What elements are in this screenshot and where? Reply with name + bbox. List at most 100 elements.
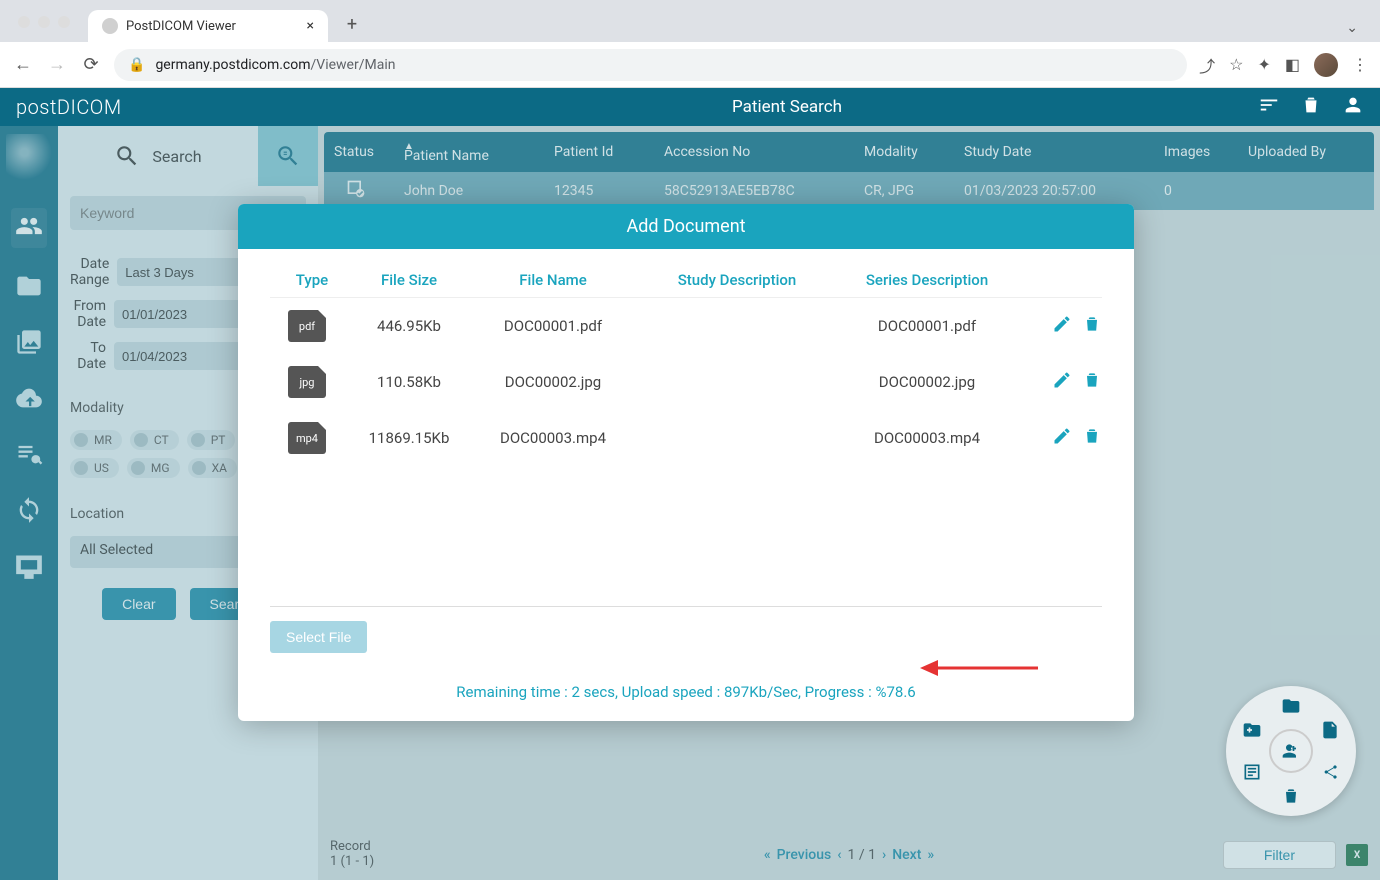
dth-size: File Size (354, 271, 464, 289)
addr-actions: ⤴ ☆ ✦ ◧ ⋮ (1199, 53, 1368, 77)
prev-page-icon[interactable]: ‹ (837, 847, 841, 863)
app-logo: postDICOM (16, 95, 122, 119)
bookmark-icon[interactable]: ☆ (1229, 55, 1243, 74)
search-tab[interactable]: Search (58, 126, 258, 186)
address-bar[interactable]: 🔒 germany.postdicom.com/Viewer/Main (114, 49, 1187, 81)
next-button[interactable]: Next (892, 847, 921, 863)
previous-button[interactable]: Previous (777, 847, 832, 863)
modality-pill[interactable]: XA (188, 458, 237, 478)
file-type-chip: jpg (288, 366, 326, 398)
close-window-icon[interactable] (18, 16, 30, 28)
fab-trash-icon[interactable] (1279, 784, 1303, 808)
delete-icon[interactable] (1082, 314, 1102, 338)
sidebar-patients-icon[interactable] (11, 208, 47, 248)
date-range-label: Date Range (70, 256, 109, 288)
search-tab-label: Search (152, 147, 201, 166)
th-up[interactable]: Uploaded By (1248, 144, 1374, 160)
td-img: 0 (1164, 183, 1248, 199)
fab-folder-icon[interactable] (1279, 694, 1303, 718)
series-description: DOC00003.mp4 (832, 429, 1022, 447)
page-title: Patient Search (316, 97, 1258, 117)
th-img[interactable]: Images (1164, 144, 1248, 160)
th-id[interactable]: Patient Id (554, 144, 664, 160)
forward-button[interactable]: → (46, 54, 68, 76)
sidebar-images-icon[interactable] (15, 328, 43, 360)
file-name: DOC00003.mp4 (464, 429, 642, 447)
fab-document-icon[interactable] (1318, 718, 1342, 742)
annotation-arrow (918, 656, 1038, 684)
sidebar-upload-icon[interactable] (15, 384, 43, 416)
page-indicator: 1 / 1 (848, 847, 876, 863)
first-page-icon[interactable]: « (764, 847, 771, 863)
td-name: John Doe (404, 183, 554, 199)
th-name[interactable]: ▲Patient Name (404, 141, 554, 164)
user-icon[interactable] (1342, 94, 1364, 121)
file-name: DOC00002.jpg (464, 373, 642, 391)
fab-report-icon[interactable] (1240, 760, 1264, 784)
tabs-dropdown-icon[interactable]: ⌄ (1346, 20, 1358, 36)
file-size: 11869.15Kb (354, 429, 464, 447)
series-description: DOC00001.pdf (832, 317, 1022, 335)
modality-pill[interactable]: US (70, 458, 119, 478)
sidebar-sync-icon[interactable] (15, 496, 43, 528)
delete-icon[interactable] (1082, 370, 1102, 394)
file-type-chip: pdf (288, 310, 326, 342)
modality-pill[interactable]: PT (187, 430, 236, 450)
sidebar-nav (0, 126, 58, 880)
file-type-chip: mp4 (288, 422, 326, 454)
browser-tab[interactable]: PostDICOM Viewer × (88, 10, 328, 42)
url-text: germany.postdicom.com/Viewer/Main (155, 57, 395, 73)
favicon-icon (102, 18, 118, 34)
edit-icon[interactable] (1052, 370, 1072, 394)
new-tab-button[interactable]: + (338, 10, 366, 38)
panel-icon[interactable]: ◧ (1285, 55, 1300, 74)
extensions-icon[interactable]: ✦ (1257, 55, 1270, 74)
tab-title: PostDICOM Viewer (126, 19, 236, 34)
td-mod: CR, JPG (864, 183, 964, 199)
clear-button[interactable]: Clear (102, 588, 175, 620)
logo-icon (6, 134, 52, 180)
fab-add-user-icon[interactable] (1269, 729, 1313, 773)
sidebar-screens-icon[interactable] (15, 552, 43, 584)
select-file-button[interactable]: Select File (270, 621, 367, 653)
table-header: Status ▲Patient Name Patient Id Accessio… (324, 132, 1374, 172)
sidebar-folder-icon[interactable] (15, 272, 43, 304)
reload-button[interactable]: ⟳ (80, 54, 102, 76)
trash-icon[interactable] (1300, 94, 1322, 121)
minimize-window-icon[interactable] (38, 16, 50, 28)
th-status[interactable]: Status (324, 144, 404, 160)
share-icon[interactable]: ⤴ (1199, 53, 1215, 77)
th-mod[interactable]: Modality (864, 144, 964, 160)
filter-button[interactable]: Filter (1223, 841, 1336, 869)
advanced-search-tab[interactable] (258, 126, 318, 186)
fab-share-icon[interactable] (1318, 760, 1342, 784)
dth-series: Series Description (832, 271, 1022, 289)
modality-pill[interactable]: MR (70, 430, 122, 450)
maximize-window-icon[interactable] (58, 16, 70, 28)
fab-add-folder-icon[interactable] (1240, 718, 1264, 742)
delete-icon[interactable] (1082, 426, 1102, 450)
edit-icon[interactable] (1052, 426, 1072, 450)
next-page-icon[interactable]: › (882, 847, 886, 863)
th-acc[interactable]: Accession No (664, 144, 864, 160)
back-button[interactable]: ← (12, 54, 34, 76)
td-id: 12345 (554, 183, 664, 199)
modal-title: Add Document (238, 204, 1134, 249)
modality-pill[interactable]: CT (130, 430, 179, 450)
th-date[interactable]: Study Date (964, 144, 1164, 160)
modality-pill[interactable]: MG (127, 458, 180, 478)
edit-icon[interactable] (1052, 314, 1072, 338)
menu-icon[interactable]: ⋮ (1352, 55, 1368, 74)
sort-icon[interactable] (1258, 94, 1280, 121)
close-tab-icon[interactable]: × (307, 18, 314, 34)
profile-avatar[interactable] (1314, 53, 1338, 77)
dth-name: File Name (464, 271, 642, 289)
doc-table-header: Type File Size File Name Study Descripti… (270, 263, 1102, 298)
series-description: DOC00002.jpg (832, 373, 1022, 391)
status-icon (324, 179, 404, 203)
pager: « Previous ‹ 1 / 1 › Next » (764, 847, 934, 863)
last-page-icon[interactable]: » (927, 847, 934, 863)
export-excel-icon[interactable]: X (1346, 844, 1368, 866)
sidebar-list-search-icon[interactable] (15, 440, 43, 472)
action-fab (1226, 686, 1356, 816)
